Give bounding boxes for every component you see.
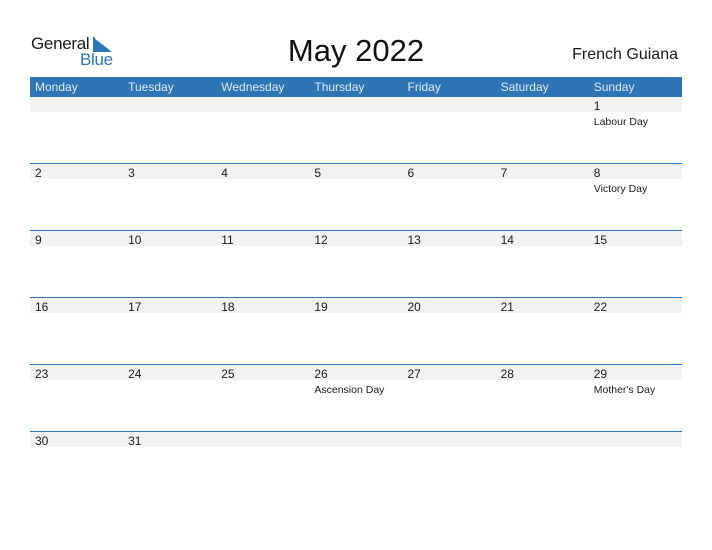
day-number: 29 (593, 367, 608, 381)
day-number: 23 (35, 367, 49, 381)
day-cell: 10 (123, 230, 216, 297)
day-cell (403, 97, 496, 163)
day-cell (309, 431, 402, 498)
day-cell: 14 (496, 230, 589, 297)
weekday-thursday: Thursday (314, 80, 365, 94)
day-number: 12 (314, 233, 328, 247)
day-cell: 30 (30, 431, 123, 498)
day-cell: 28 (496, 364, 589, 431)
day-number: 21 (500, 300, 514, 314)
day-number: 19 (314, 300, 328, 314)
day-cell: 29 Mother's Day (589, 364, 682, 431)
day-number: 27 (407, 367, 421, 381)
day-cell: 9 (30, 230, 123, 297)
week-row: 30 31 (30, 431, 682, 498)
day-number: 6 (407, 166, 415, 180)
day-cell: 31 (123, 431, 216, 498)
day-cell (123, 97, 216, 163)
day-number: 5 (314, 166, 322, 180)
day-cell: 24 (123, 364, 216, 431)
day-number: 10 (128, 233, 142, 247)
day-cell (589, 431, 682, 498)
weekday-monday: Monday (35, 80, 78, 94)
week-row: 1 Labour Day (30, 97, 682, 163)
day-number: 14 (500, 233, 514, 247)
week-row: 23 24 25 26 Ascension Day 27 28 29 Mother's Day (30, 364, 682, 431)
day-cell: 27 (403, 364, 496, 431)
day-cell: 20 (403, 297, 496, 364)
week-row: 2 3 4 5 6 7 8 Victory Day (30, 163, 682, 230)
day-cell: 25 (216, 364, 309, 431)
day-number: 4 (221, 166, 228, 180)
weekday-saturday: Saturday (500, 80, 549, 94)
holiday-label: Victory Day (593, 183, 648, 195)
day-number: 26 (314, 367, 328, 381)
holiday-label: Mother's Day (593, 384, 656, 396)
day-cell: 26 Ascension Day (309, 364, 402, 431)
day-cell: 17 (123, 297, 216, 364)
holiday-label: Labour Day (593, 116, 649, 128)
day-cell: 7 (496, 163, 589, 230)
day-cell: 3 (123, 163, 216, 230)
day-number: 3 (128, 166, 135, 180)
day-number: 18 (221, 300, 235, 314)
day-number: 9 (35, 233, 42, 247)
day-number: 1 (593, 99, 601, 113)
day-number: 31 (128, 434, 142, 448)
day-cell: 16 (30, 297, 123, 364)
day-number: 30 (35, 434, 49, 448)
country-name: French Guiana (572, 46, 678, 63)
weekday-friday: Friday (407, 80, 441, 94)
day-cell: 22 (589, 297, 682, 364)
day-cell (216, 431, 309, 498)
weekday-header: Monday Tuesday Wednesday Thursday Friday… (30, 77, 682, 97)
day-number: 13 (407, 233, 421, 247)
day-number: 20 (407, 300, 421, 314)
day-number: 25 (221, 367, 235, 381)
day-number: 22 (593, 300, 608, 314)
day-cell (496, 97, 589, 163)
weekday-tuesday: Tuesday (128, 80, 174, 94)
day-cell: 4 (216, 163, 309, 230)
day-number: 15 (593, 233, 608, 247)
week-row: 16 17 18 19 20 21 22 (30, 297, 682, 364)
day-cell (30, 97, 123, 163)
day-number: 2 (35, 166, 42, 180)
week-row: 9 10 11 12 13 14 15 (30, 230, 682, 297)
day-cell (309, 97, 402, 163)
weekday-wednesday: Wednesday (221, 80, 285, 94)
day-cell (216, 97, 309, 163)
weekday-sunday: Sunday (593, 80, 635, 94)
day-cell: 8 Victory Day (589, 163, 682, 230)
day-cell: 12 (309, 230, 402, 297)
day-cell: 21 (496, 297, 589, 364)
holiday-label: Ascension Day (314, 384, 385, 396)
day-cell: 15 (589, 230, 682, 297)
day-cell: 19 (309, 297, 402, 364)
day-number: 24 (128, 367, 142, 381)
calendar-grid: Monday Tuesday Wednesday Thursday Friday… (30, 77, 682, 498)
day-number: 7 (500, 166, 508, 180)
day-cell: 18 (216, 297, 309, 364)
day-cell (403, 431, 496, 498)
day-cell (496, 431, 589, 498)
day-cell: 1 Labour Day (589, 97, 682, 163)
day-cell: 13 (403, 230, 496, 297)
day-cell: 23 (30, 364, 123, 431)
day-number: 11 (221, 233, 234, 247)
day-number: 28 (500, 367, 514, 381)
day-cell: 11 (216, 230, 309, 297)
day-cell: 5 (309, 163, 402, 230)
day-number: 16 (35, 300, 49, 314)
day-cell: 6 (403, 163, 496, 230)
day-number: 8 (593, 166, 601, 180)
day-cell: 2 (30, 163, 123, 230)
day-number: 17 (128, 300, 142, 314)
